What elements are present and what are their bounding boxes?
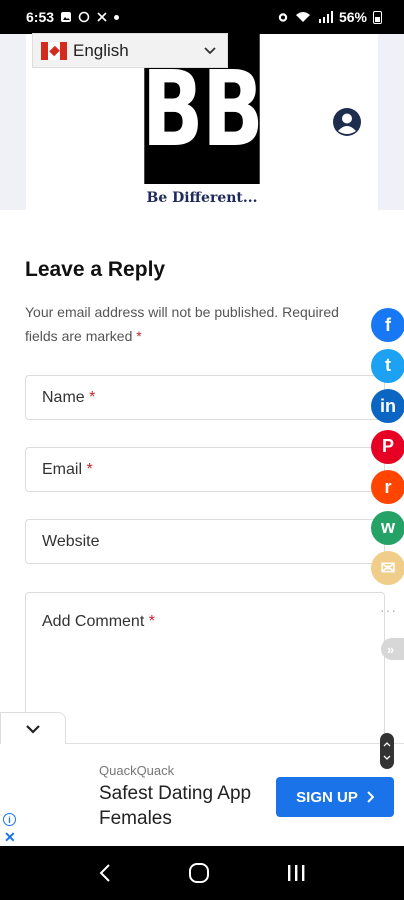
reddit-icon: r	[384, 476, 392, 497]
ad-headline[interactable]: Safest Dating App Females	[99, 781, 274, 831]
ad-signup-button[interactable]: SIGN UP	[276, 777, 394, 817]
collapse-ad-button[interactable]	[0, 712, 66, 744]
name-field[interactable]: Name *	[25, 375, 385, 420]
comment-field[interactable]: Add Comment *	[25, 592, 385, 752]
email-placeholder: Email	[42, 460, 83, 478]
battery-percent: 56%	[338, 9, 367, 25]
email-field[interactable]: Email *	[25, 447, 385, 492]
gallery-icon	[61, 12, 72, 22]
canada-flag-icon	[41, 41, 67, 60]
back-icon[interactable]	[98, 863, 112, 883]
chevron-down-icon	[204, 46, 216, 54]
ad-info-icon[interactable]: i	[3, 813, 16, 826]
required-asterisk: *	[89, 388, 96, 406]
share-whatsapp-button[interactable]: w	[371, 510, 404, 545]
required-asterisk: *	[148, 613, 155, 630]
signal-icon	[318, 11, 333, 23]
status-bar: 6:53 56%	[0, 0, 404, 34]
expand-share-button[interactable]: »	[381, 638, 404, 660]
notification-dot-icon	[114, 14, 120, 20]
ad-cta-label: SIGN UP	[296, 788, 358, 806]
email-icon: ✉	[380, 557, 396, 578]
reply-note: Your email address will not be published…	[25, 304, 339, 344]
share-pinterest-button[interactable]: P	[371, 429, 404, 464]
sync-icon	[78, 11, 90, 23]
arrow-up-icon	[383, 742, 391, 747]
language-selector[interactable]: English	[32, 33, 228, 68]
reply-heading: Leave a Reply	[25, 258, 166, 281]
ad-close-icon[interactable]: ✕	[4, 830, 16, 844]
status-time: 6:53	[26, 9, 55, 25]
comment-placeholder: Add Comment	[42, 613, 145, 630]
arrow-down-icon	[383, 755, 391, 760]
more-share-dots[interactable]: ···	[380, 602, 397, 618]
ad-advertiser: QuackQuack	[99, 763, 175, 778]
linkedin-icon: in	[380, 395, 396, 416]
chevron-right-icon	[367, 791, 374, 803]
website-placeholder: Website	[42, 532, 100, 550]
name-placeholder: Name	[42, 388, 85, 406]
share-rail: f t in Pr w ✉	[371, 308, 404, 592]
facebook-icon: f	[385, 314, 391, 335]
website-field[interactable]: Website	[25, 519, 385, 564]
recents-icon[interactable]	[286, 864, 306, 882]
system-nav-bar	[0, 846, 404, 900]
required-asterisk: *	[136, 328, 142, 344]
scrollbar-thumb[interactable]	[380, 733, 394, 769]
share-email-button[interactable]: ✉	[371, 551, 404, 585]
required-asterisk: *	[86, 460, 93, 478]
share-twitter-button[interactable]: t	[371, 348, 404, 383]
pinterest-icon: P	[381, 436, 394, 456]
language-label: English	[73, 40, 129, 60]
share-linkedin-button[interactable]: in	[371, 389, 404, 423]
battery-icon	[373, 10, 382, 24]
alarm-icon	[278, 13, 288, 22]
wifi-icon	[295, 12, 310, 22]
account-icon[interactable]	[332, 107, 362, 137]
whatsapp-icon: w	[380, 517, 395, 537]
twitter-icon: t	[385, 355, 391, 375]
home-icon[interactable]	[188, 862, 210, 884]
chevron-down-icon	[26, 724, 40, 734]
site-tagline: Be Different...	[146, 190, 258, 206]
share-facebook-button[interactable]: f	[371, 308, 404, 342]
ad-banner[interactable]: QuackQuack Safest Dating App Females SIG…	[0, 743, 404, 846]
tools-icon	[97, 12, 107, 22]
share-reddit-button[interactable]: r	[371, 470, 404, 504]
